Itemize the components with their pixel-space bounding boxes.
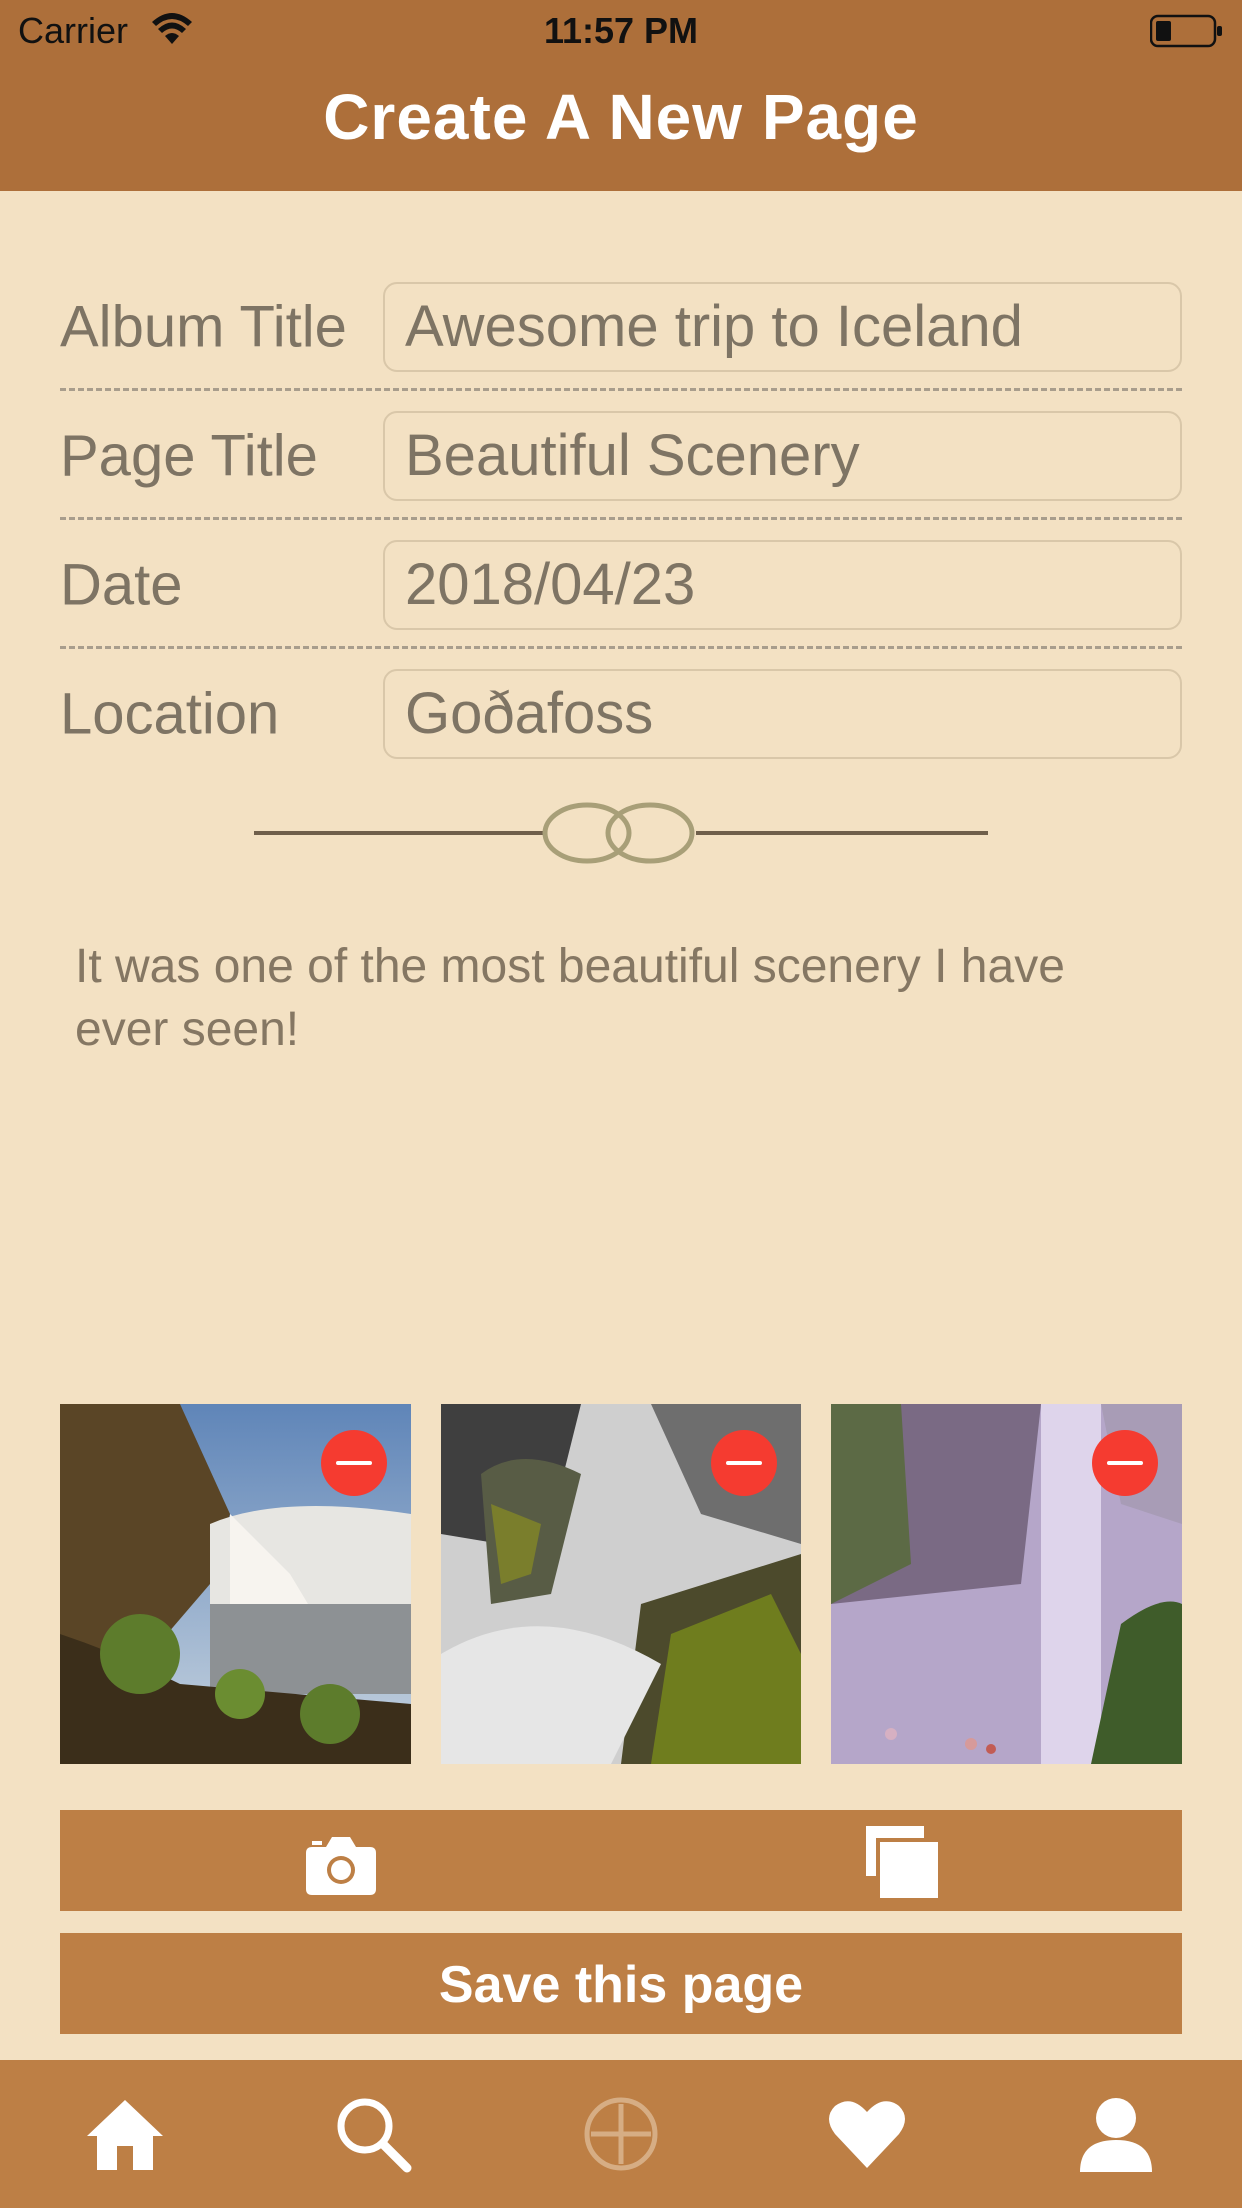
location-row: Location Goðafoss [60, 649, 1182, 779]
date-field[interactable]: 2018/04/23 [383, 540, 1182, 630]
navigation-header: Carrier 11:57 PM Create A New Page [0, 0, 1242, 191]
photo-thumbnail[interactable] [60, 1404, 411, 1764]
photo-library-icon[interactable] [864, 1824, 940, 1900]
album-title-row: Album Title Awesome trip to Iceland [60, 262, 1182, 392]
location-field[interactable]: Goðafoss [383, 669, 1182, 759]
media-buttons-bar [60, 1810, 1182, 1911]
page-title-row: Page Title Beautiful Scenery [60, 391, 1182, 521]
clock: 11:57 PM [543, 10, 699, 51]
remove-photo-button[interactable] [1092, 1430, 1158, 1496]
remove-photo-button[interactable] [711, 1430, 777, 1496]
camera-icon[interactable] [304, 1835, 378, 1897]
date-label: Date [60, 552, 183, 618]
tab-bar [0, 2060, 1242, 2208]
album-title-field[interactable]: Awesome trip to Iceland [383, 282, 1182, 372]
photo-thumbnail[interactable] [831, 1404, 1182, 1764]
description-textarea[interactable]: It was one of the most beautiful scenery… [75, 935, 1155, 1061]
heart-icon[interactable] [827, 2094, 907, 2174]
location-label: Location [60, 681, 280, 747]
page-title-field[interactable]: Beautiful Scenery [383, 411, 1182, 501]
battery-icon [1150, 14, 1222, 48]
status-bar: Carrier 11:57 PM [0, 0, 1242, 60]
search-icon[interactable] [333, 2094, 413, 2174]
save-page-button[interactable]: Save this page [60, 1933, 1182, 2034]
remove-photo-button[interactable] [321, 1430, 387, 1496]
album-title-label: Album Title [60, 294, 347, 360]
ornament-divider [254, 802, 988, 864]
profile-icon[interactable] [1076, 2094, 1156, 2174]
date-row: Date 2018/04/23 [60, 520, 1182, 650]
page-title-label: Page Title [60, 423, 318, 489]
photo-thumbnail[interactable] [441, 1404, 801, 1764]
home-icon[interactable] [85, 2094, 165, 2174]
save-page-label: Save this page [438, 1956, 804, 2014]
add-icon[interactable] [581, 2094, 661, 2174]
page-title: Create A New Page [323, 81, 919, 153]
